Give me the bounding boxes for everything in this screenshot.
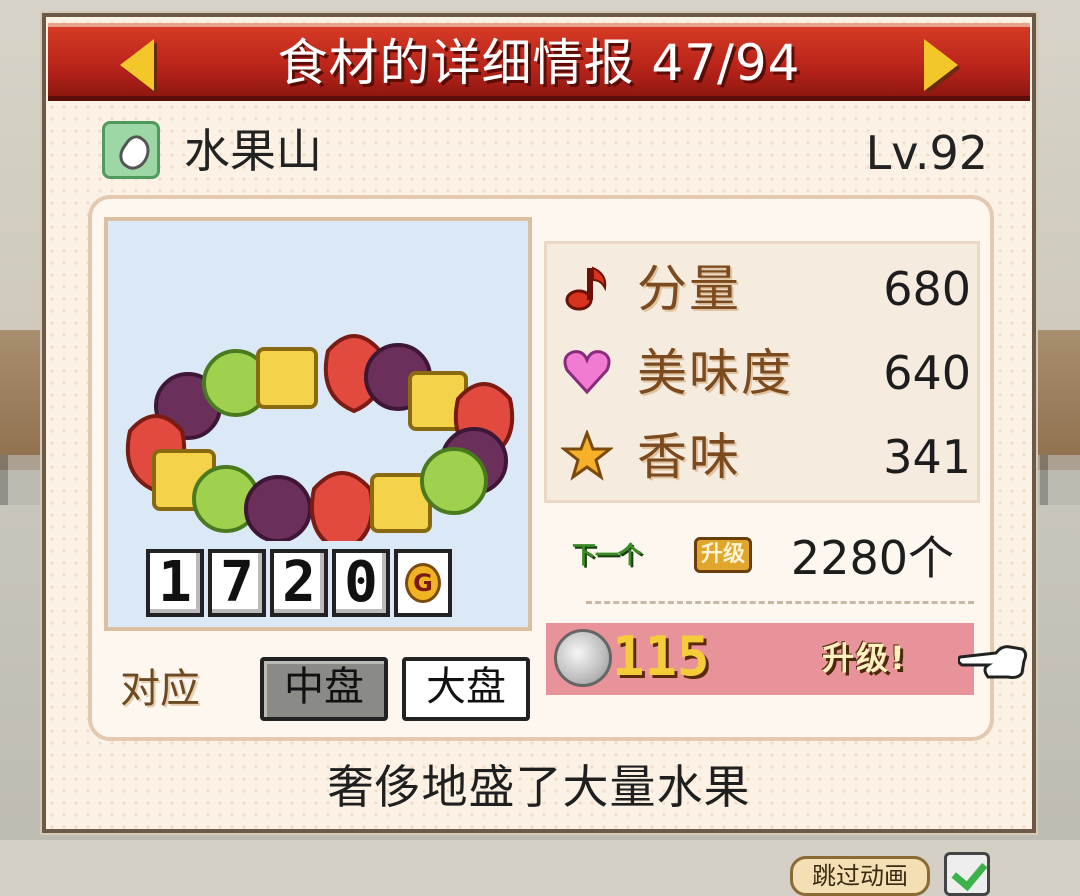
plate-medium-button[interactable]: 中盘 [260, 657, 388, 721]
dish-image-box: 1 7 2 0 G [104, 217, 532, 631]
ingredient-icon [102, 121, 160, 179]
stat-value: 680 [883, 262, 971, 316]
ingredient-detail-panel: 食材的详细情报 47/94 水果山 Lv.92 1 7 2 0 G 分量 680… [42, 13, 1036, 833]
stat-label: 美味度 [637, 344, 793, 402]
next-level-count: 2280个 [790, 531, 954, 585]
pointing-hand-icon [958, 645, 1028, 679]
ingredient-description: 奢侈地盛了大量水果 [327, 760, 751, 814]
price-digit: 1 [146, 549, 204, 617]
skip-animation-button[interactable]: 跳过动画 [790, 856, 930, 896]
stat-label: 香味 [637, 428, 741, 486]
upgrade-button[interactable]: 升级! [814, 637, 915, 679]
price-display: 1 7 2 0 G [146, 549, 452, 621]
fruit-ring-image [125, 334, 515, 541]
checkmark-icon[interactable] [944, 852, 990, 896]
stat-row-taste: 美味度 640 [557, 338, 971, 408]
upgrade-cost: 115 [612, 625, 710, 688]
next-arrow-icon[interactable] [924, 39, 958, 91]
divider [586, 601, 974, 604]
gold-coin-icon: G [394, 549, 452, 617]
star-icon [561, 430, 613, 481]
currency-label: G [405, 563, 441, 603]
stat-row-volume: 分量 680 [557, 254, 971, 324]
ingredient-name: 水果山 [184, 124, 322, 178]
silver-coin-icon [554, 629, 612, 687]
panel-title: 食材的详细情报 47/94 [277, 34, 801, 92]
price-digit: 2 [270, 549, 328, 617]
next-level-row: 下一个 升级 2280个 [566, 523, 976, 603]
stat-value: 341 [883, 430, 971, 484]
ingredient-level: Lv.92 [865, 126, 988, 180]
heart-icon [563, 350, 611, 395]
panel-header: 食材的详细情报 47/94 [48, 23, 1030, 101]
price-digit: 7 [208, 549, 266, 617]
price-digit: 0 [332, 549, 390, 617]
stat-value: 640 [883, 346, 971, 400]
music-note-icon [565, 266, 607, 311]
stats-box: 分量 680 美味度 640 香味 341 [544, 241, 980, 503]
next-tag: 下一个 [572, 541, 642, 569]
levelup-tag: 升级 [694, 537, 753, 573]
stat-label: 分量 [637, 260, 741, 318]
compatibility-label: 对应 [120, 666, 200, 712]
stat-row-aroma: 香味 341 [557, 422, 971, 492]
plate-large-button[interactable]: 大盘 [402, 657, 530, 721]
upgrade-bar[interactable]: 115 升级! [546, 623, 974, 695]
fruit-ring-front-icon [152, 447, 488, 541]
